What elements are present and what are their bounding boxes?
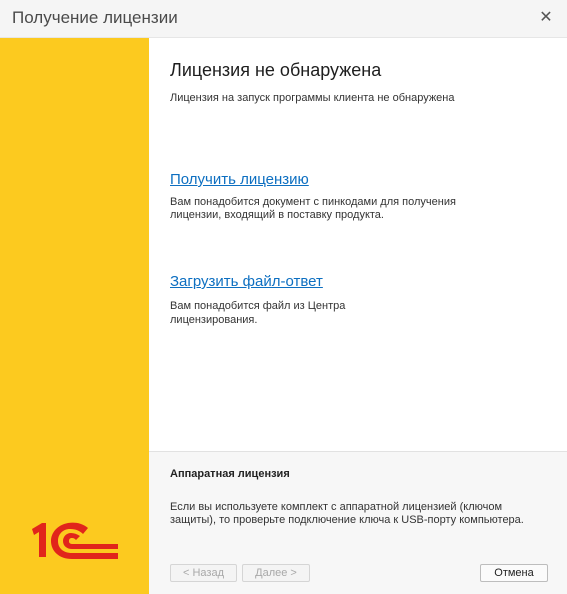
- page-title: Лицензия не обнаружена: [170, 60, 382, 80]
- upload-response-link[interactable]: Загрузить файл-ответ: [170, 273, 323, 290]
- main-panel: Лицензия не обнаружена Лицензия на запус…: [149, 38, 567, 594]
- hardware-license-text-line2: защиты), то проверьте подключение ключа …: [170, 514, 524, 526]
- next-button[interactable]: Далее >: [242, 564, 310, 582]
- get-license-link[interactable]: Получить лицензию: [170, 171, 309, 188]
- side-panel: [0, 38, 149, 594]
- title-bar: Получение лицензии ✕: [0, 0, 567, 38]
- get-license-description-line2: лицензии, входящий в поставку продукта.: [170, 209, 384, 221]
- hardware-license-panel: Аппаратная лицензия Если вы используете …: [149, 452, 567, 594]
- get-license-description-line1: Вам понадобится документ с пинкодами для…: [170, 196, 456, 208]
- upload-response-description-line1: Вам понадобится файл из Центра: [170, 300, 346, 312]
- back-button[interactable]: < Назад: [170, 564, 237, 582]
- cancel-button[interactable]: Отмена: [480, 564, 548, 582]
- page-subtitle: Лицензия на запуск программы клиента не …: [170, 92, 455, 104]
- hardware-license-title: Аппаратная лицензия: [170, 468, 290, 480]
- window-title: Получение лицензии: [12, 8, 178, 27]
- upload-response-description-line2: лицензирования.: [170, 314, 258, 326]
- 1c-logo: [32, 522, 118, 559]
- close-icon[interactable]: ✕: [535, 6, 557, 28]
- hardware-license-text-line1: Если вы используете комплект с аппаратно…: [170, 501, 503, 513]
